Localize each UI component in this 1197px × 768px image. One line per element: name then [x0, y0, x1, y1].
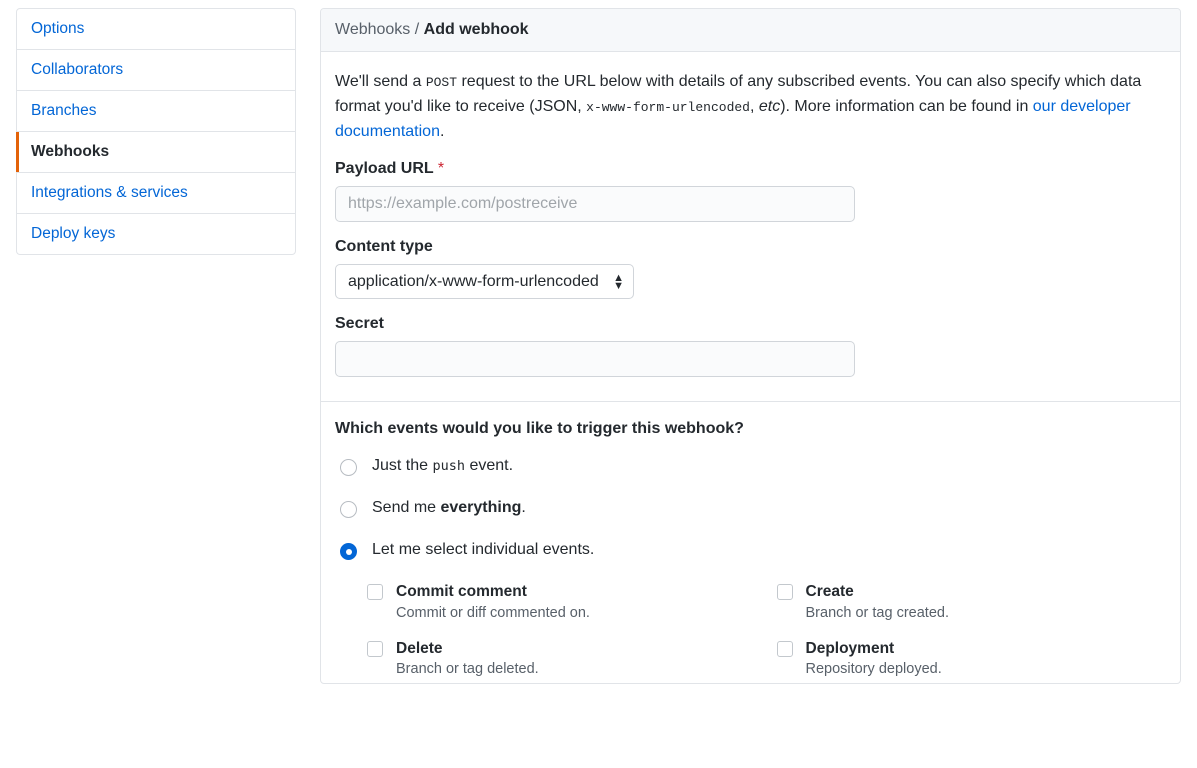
radio-just-push[interactable] — [340, 459, 357, 476]
event-checkbox-create[interactable] — [777, 584, 793, 600]
main-panel: Webhooks / Add webhook We'll send a POST… — [320, 8, 1181, 684]
radio-everything[interactable] — [340, 501, 357, 518]
payload-url-label: Payload URL * — [335, 160, 1166, 178]
event-desc: Commit or diff commented on. — [396, 605, 590, 621]
events-heading: Which events would you like to trigger t… — [335, 420, 1166, 438]
radio-everything-label: Send me everything. — [372, 499, 526, 517]
sidebar-item-integrations[interactable]: Integrations & services — [17, 173, 295, 214]
event-checkbox-commit-comment[interactable] — [367, 584, 383, 600]
breadcrumb-leaf: Add webhook — [424, 21, 529, 38]
settings-sidebar: Options Collaborators Branches Webhooks … — [16, 8, 296, 684]
sidebar-item-branches[interactable]: Branches — [17, 91, 295, 132]
sidebar-item-options[interactable]: Options — [17, 9, 295, 50]
event-checkbox-delete[interactable] — [367, 641, 383, 657]
content-type-label: Content type — [335, 238, 1166, 256]
intro-text: We'll send a POST request to the URL bel… — [335, 70, 1166, 144]
event-checkbox-deployment[interactable] — [777, 641, 793, 657]
breadcrumb-separator: / — [415, 21, 419, 38]
radio-just-push-label: Just the push event. — [372, 457, 513, 475]
sidebar-item-collaborators[interactable]: Collaborators — [17, 50, 295, 91]
intro-code-urlencoded: x-www-form-urlencoded — [586, 100, 750, 115]
event-title: Delete — [396, 639, 539, 659]
event-title: Create — [806, 582, 949, 602]
breadcrumb: Webhooks / Add webhook — [321, 9, 1180, 52]
event-title: Commit comment — [396, 582, 590, 602]
radio-individual-label: Let me select individual events. — [372, 541, 594, 559]
breadcrumb-root[interactable]: Webhooks — [335, 21, 410, 38]
event-desc: Repository deployed. — [806, 661, 942, 677]
secret-label: Secret — [335, 315, 1166, 333]
settings-menu: Options Collaborators Branches Webhooks … — [16, 8, 296, 255]
sidebar-item-deploy-keys[interactable]: Deploy keys — [17, 214, 295, 254]
required-indicator: * — [438, 160, 444, 177]
radio-individual[interactable] — [340, 543, 357, 560]
event-title: Deployment — [806, 639, 942, 659]
intro-code-post: POST — [426, 75, 457, 90]
individual-events-grid: Commit comment Commit or diff commented … — [363, 582, 1166, 676]
payload-url-input[interactable] — [335, 186, 855, 222]
sidebar-item-webhooks[interactable]: Webhooks — [17, 132, 295, 173]
event-desc: Branch or tag created. — [806, 605, 949, 621]
content-type-select[interactable]: application/x-www-form-urlencoded — [335, 264, 634, 299]
event-desc: Branch or tag deleted. — [396, 661, 539, 677]
secret-input[interactable] — [335, 341, 855, 377]
